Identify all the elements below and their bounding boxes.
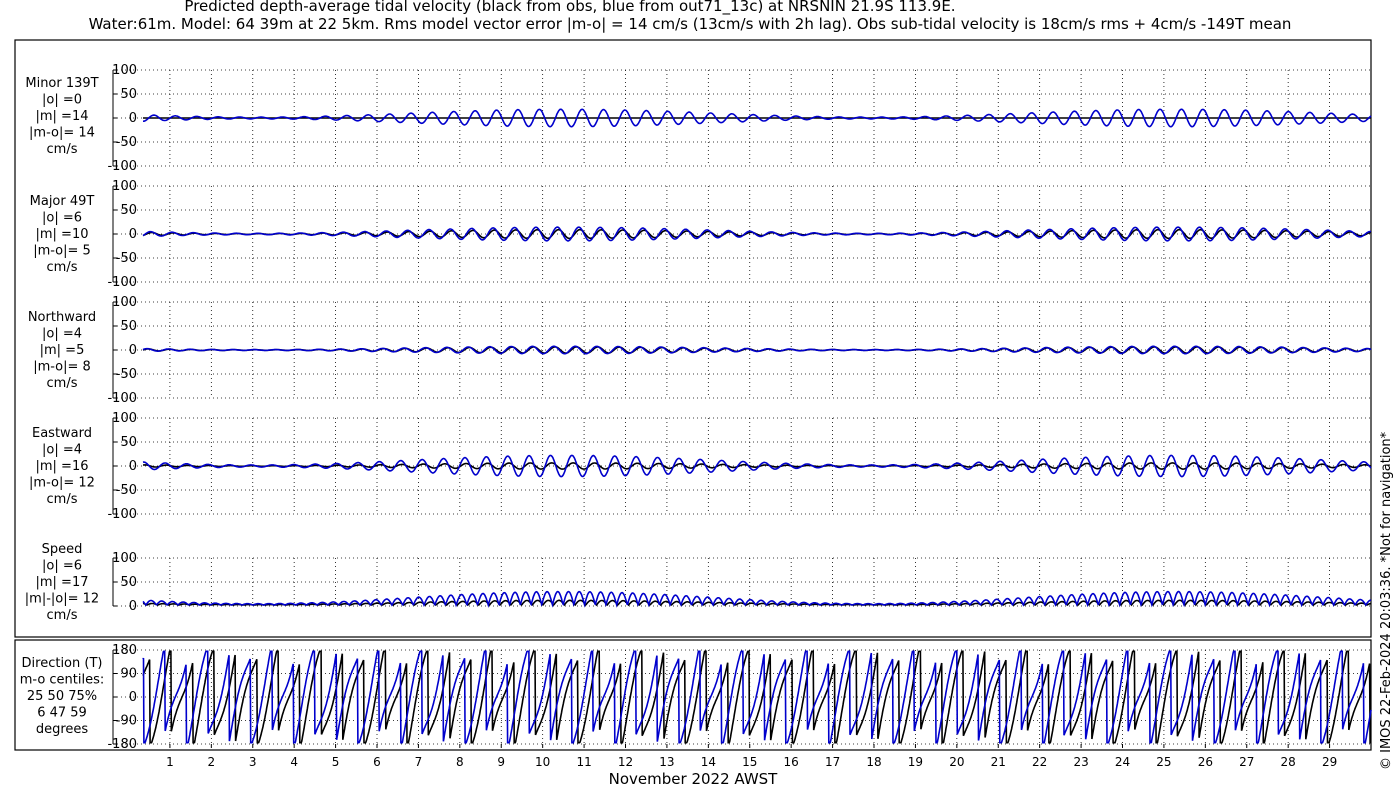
x-tick-label: 8 xyxy=(456,755,464,769)
panel-label-line: |o| =4 xyxy=(42,443,82,458)
x-tick-label: 13 xyxy=(659,755,674,769)
x-tick-label: 12 xyxy=(618,755,633,769)
y-tick-label: -50 xyxy=(116,135,137,150)
y-tick-label: 50 xyxy=(120,87,137,102)
x-tick-label: 14 xyxy=(701,755,716,769)
x-tick-label: 5 xyxy=(332,755,340,769)
tidal-velocity-chart: -100-50050100Minor 139T|o| =0|m| =14|m-o… xyxy=(14,39,1372,788)
y-tick-label: 0 xyxy=(129,227,137,242)
x-tick-label: 27 xyxy=(1239,755,1254,769)
x-tick-label: 18 xyxy=(866,755,881,769)
y-tick-label: 100 xyxy=(112,63,137,78)
panel-label-line: Eastward xyxy=(32,426,92,441)
panel-label-line: |o| =6 xyxy=(42,559,82,574)
upper-panel-frame xyxy=(14,39,1372,638)
panel-label-line: cm/s xyxy=(47,260,78,275)
panel-label-line: |m| =5 xyxy=(40,343,85,358)
panel-label-line: cm/s xyxy=(47,142,78,157)
panel-label-line: |m-o|= 12 xyxy=(29,476,95,491)
copyright-watermark: © IMOS 22-Feb-2024 20:03:36. *Not for na… xyxy=(1379,431,1394,770)
y-tick-label: 0 xyxy=(129,111,137,126)
panel-label-line: Minor 139T xyxy=(25,76,98,91)
x-tick-label: 19 xyxy=(908,755,923,769)
panel-label-line: |m| =16 xyxy=(36,459,89,474)
y-tick-label: 90 xyxy=(120,667,137,682)
panel-label-line: |o| =0 xyxy=(42,93,82,108)
panel-label-line: m-o centiles: xyxy=(20,673,105,688)
panel-label-line: cm/s xyxy=(47,492,78,507)
x-tick-label: 1 xyxy=(166,755,174,769)
x-tick-label: 3 xyxy=(249,755,257,769)
x-tick-label: 10 xyxy=(535,755,550,769)
x-tick-label: 28 xyxy=(1281,755,1296,769)
panel-label-line: Northward xyxy=(28,310,96,325)
panel-label-line: 25 50 75% xyxy=(27,689,97,704)
panel-label-line: |o| =4 xyxy=(42,327,82,342)
y-tick-label: 100 xyxy=(112,411,137,426)
y-tick-label: 180 xyxy=(112,643,137,658)
y-tick-label: 50 xyxy=(120,319,137,334)
panel-label-line: cm/s xyxy=(47,376,78,391)
x-tick-label: 15 xyxy=(742,755,757,769)
panel-label-line: |m-o|= 5 xyxy=(33,244,91,259)
y-tick-label: -50 xyxy=(116,367,137,382)
y-tick-label: 50 xyxy=(120,435,137,450)
x-tick-label: 11 xyxy=(576,755,591,769)
panel-label-line: |o| =6 xyxy=(42,211,82,226)
chart-gridlines xyxy=(113,69,1371,745)
y-tick-label: 50 xyxy=(120,575,137,590)
x-axis-label: November 2022 AWST xyxy=(609,770,779,788)
x-tick-label: 2 xyxy=(208,755,216,769)
x-tick-label: 23 xyxy=(1073,755,1088,769)
y-tick-label: -50 xyxy=(116,483,137,498)
x-tick-label: 17 xyxy=(825,755,840,769)
panel-label-line: |m-o|= 8 xyxy=(33,360,91,375)
x-tick-label: 9 xyxy=(497,755,505,769)
panel-label-line: Major 49T xyxy=(30,194,95,209)
panel-label-line: degrees xyxy=(36,722,89,737)
y-tick-label: 0 xyxy=(129,459,137,474)
panel-label-line: |m| =10 xyxy=(36,227,89,242)
panel-label-line: Direction (T) xyxy=(22,656,103,671)
panel-label-line: cm/s xyxy=(47,608,78,623)
y-tick-label: 0 xyxy=(129,690,137,705)
y-tick-label: -100 xyxy=(107,391,137,406)
x-tick-label: 7 xyxy=(415,755,423,769)
y-tick-label: 0 xyxy=(129,599,137,614)
y-tick-label: -50 xyxy=(116,251,137,266)
y-tick-label: -100 xyxy=(107,507,137,522)
chart-frames xyxy=(14,39,1372,751)
x-tick-label: 16 xyxy=(784,755,799,769)
x-tick-label: 21 xyxy=(991,755,1006,769)
panel-label-line: 6 47 59 xyxy=(37,706,87,721)
y-tick-label: -90 xyxy=(116,714,137,729)
x-tick-label: 20 xyxy=(949,755,964,769)
x-tick-label: 26 xyxy=(1198,755,1213,769)
panel-label-line: |m-o|= 14 xyxy=(29,126,95,141)
y-tick-label: 100 xyxy=(112,551,137,566)
panel-label-line: |m| =14 xyxy=(36,109,89,124)
y-tick-label: -100 xyxy=(107,159,137,174)
x-tick-label: 22 xyxy=(1032,755,1047,769)
panel-label-line: Speed xyxy=(42,542,83,557)
y-tick-label: -100 xyxy=(107,275,137,290)
panel-label-line: |m|-|o|= 12 xyxy=(25,592,99,607)
y-tick-label: 100 xyxy=(112,295,137,310)
x-tick-label: 29 xyxy=(1322,755,1337,769)
y-tick-label: -180 xyxy=(107,737,137,752)
y-tick-label: 0 xyxy=(129,343,137,358)
y-tick-label: 50 xyxy=(120,203,137,218)
x-tick-label: 25 xyxy=(1156,755,1171,769)
panel-label-line: |m| =17 xyxy=(36,575,89,590)
x-tick-label: 4 xyxy=(290,755,298,769)
x-tick-label: 24 xyxy=(1115,755,1130,769)
y-tick-label: 100 xyxy=(112,179,137,194)
x-tick-label: 6 xyxy=(373,755,381,769)
chart-series xyxy=(142,108,1372,744)
